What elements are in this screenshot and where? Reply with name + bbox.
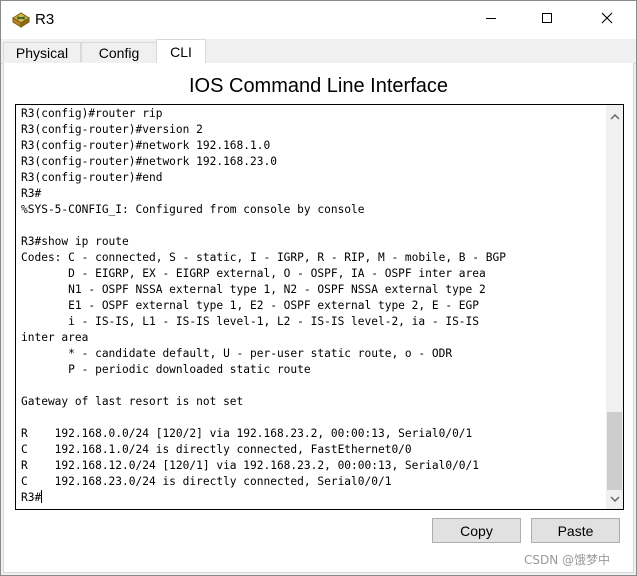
title-bar[interactable]: R3 [1, 1, 636, 39]
app-window: R3 Physical Config CLI IOS Command Line … [0, 0, 637, 576]
console-line: R3(config-router)#end [21, 171, 163, 184]
close-icon [601, 11, 613, 29]
cli-panel: IOS Command Line Interface R3(config)#ro… [3, 63, 634, 573]
console-line: Gateway of last resort is not set [21, 395, 244, 408]
minimize-button[interactable] [468, 1, 514, 39]
tab-config[interactable]: Config [81, 42, 157, 62]
console-line: R3(config)#router rip [21, 107, 163, 120]
router-app-icon [11, 10, 31, 28]
tab-bar: Physical Config CLI [1, 39, 636, 64]
console-line: R3#show ip route [21, 235, 129, 248]
console-output[interactable]: R3(config)#router rip R3(config-router)#… [21, 106, 603, 506]
console-line: R3(config-router)#version 2 [21, 123, 203, 136]
console-line: Codes: C - connected, S - static, I - IG… [21, 251, 506, 264]
console-line: i - IS-IS, L1 - IS-IS level-1, L2 - IS-I… [21, 315, 480, 328]
maximize-button[interactable] [524, 1, 570, 39]
console-line: %SYS-5-CONFIG_I: Configured from console… [21, 203, 365, 216]
text-cursor [41, 490, 43, 503]
console-line: D - EIGRP, EX - EIGRP external, O - OSPF… [21, 267, 486, 280]
vertical-scrollbar[interactable] [606, 105, 623, 509]
console-line: R 192.168.0.0/24 [120/2] via 192.168.23.… [21, 427, 473, 440]
console-line: E1 - OSPF external type 1, E2 - OSPF ext… [21, 299, 480, 312]
maximize-icon [541, 11, 553, 29]
console-line: * - candidate default, U - per-user stat… [21, 347, 453, 360]
console-line: N1 - OSPF NSSA external type 1, N2 - OSP… [21, 283, 486, 296]
console-line: C 192.168.1.0/24 is directly connected, … [21, 443, 412, 456]
copy-button[interactable]: Copy [432, 518, 521, 543]
scroll-thumb[interactable] [607, 412, 622, 490]
terminal[interactable]: R3(config)#router rip R3(config-router)#… [15, 104, 624, 510]
console-line: R3(config-router)#network 192.168.23.0 [21, 155, 277, 168]
minimize-icon [485, 11, 497, 29]
arrow-up-icon [610, 107, 620, 125]
tab-cli[interactable]: CLI [156, 39, 206, 64]
close-button[interactable] [584, 1, 630, 39]
console-line: R3(config-router)#network 192.168.1.0 [21, 139, 271, 152]
arrow-down-icon [610, 490, 620, 508]
console-line: R 192.168.12.0/24 [120/1] via 192.168.23… [21, 459, 480, 472]
window-title: R3 [35, 11, 55, 28]
tab-physical[interactable]: Physical [3, 42, 81, 62]
console-line: inter area [21, 331, 89, 344]
console-line: P - periodic downloaded static route [21, 363, 311, 376]
cli-heading: IOS Command Line Interface [188, 75, 448, 97]
console-line: C 192.168.23.0/24 is directly connected,… [21, 475, 392, 488]
console-line: R3# [21, 187, 42, 200]
paste-button[interactable]: Paste [531, 518, 620, 543]
scroll-down-button[interactable] [606, 490, 623, 507]
scroll-up-button[interactable] [606, 107, 623, 124]
watermark: CSDN @饿梦中 [524, 553, 611, 567]
console-prompt: R3# [21, 491, 42, 504]
